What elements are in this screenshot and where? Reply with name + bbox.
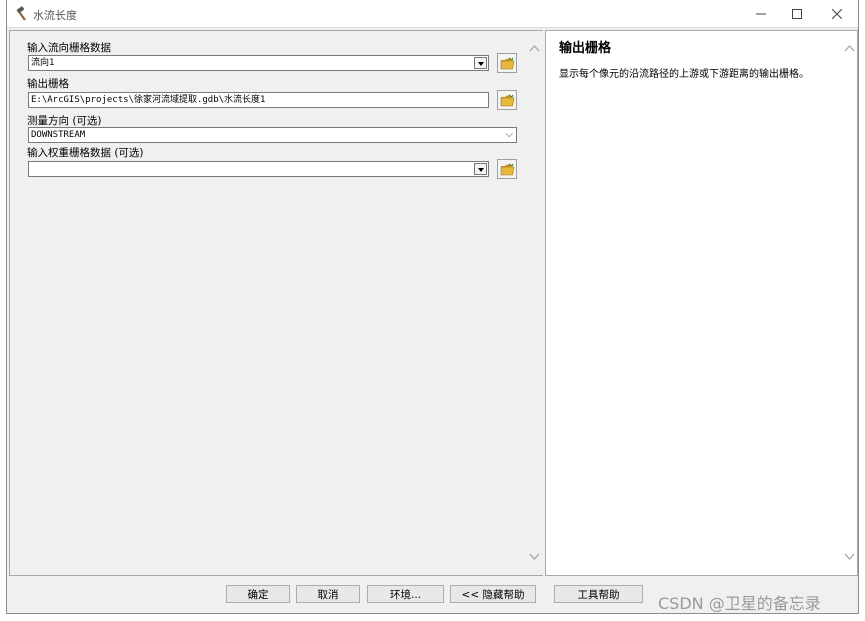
- dropdown-arrow-icon[interactable]: [474, 57, 487, 69]
- maximize-button[interactable]: [777, 0, 817, 28]
- browse-input-flow-button[interactable]: [497, 53, 517, 73]
- input-weight-raster-label: 输入权重栅格数据 (可选): [27, 147, 144, 159]
- window-title: 水流长度: [33, 9, 77, 22]
- tool-help-button[interactable]: 工具帮助: [554, 585, 643, 603]
- scroll-up-icon[interactable]: [844, 43, 855, 54]
- help-title: 输出栅格: [559, 41, 612, 56]
- output-raster-label: 输出栅格: [27, 78, 69, 90]
- input-flow-direction-label: 输入流向栅格数据: [27, 42, 111, 54]
- environments-button[interactable]: 环境...: [367, 585, 444, 603]
- scroll-up-icon[interactable]: [529, 43, 540, 54]
- folder-icon: [500, 94, 515, 107]
- folder-icon: [500, 163, 515, 176]
- cancel-button[interactable]: 取消: [296, 585, 360, 603]
- input-flow-direction-combo[interactable]: 流向1: [28, 55, 489, 71]
- output-raster-input[interactable]: E:\ArcGIS\projects\徐家河流域提取.gdb\水流长度1: [28, 92, 489, 108]
- input-flow-direction-value: 流向1: [31, 58, 55, 68]
- close-icon: [832, 9, 842, 19]
- hammer-icon: [16, 6, 26, 21]
- browse-output-raster-button[interactable]: [497, 90, 517, 110]
- measurement-direction-label: 测量方向 (可选): [27, 115, 102, 127]
- title-bar[interactable]: 水流长度: [7, 0, 858, 28]
- dropdown-arrow-icon[interactable]: [474, 163, 487, 175]
- help-pane: 输出栅格 显示每个像元的沿流路径的上游或下游距离的输出栅格。: [545, 30, 858, 576]
- help-scrollbar[interactable]: [841, 31, 858, 575]
- hide-help-button[interactable]: << 隐藏帮助: [450, 585, 536, 603]
- measurement-direction-select[interactable]: DOWNSTREAM ⌵: [28, 127, 517, 143]
- minimize-button[interactable]: [741, 0, 781, 28]
- measurement-direction-value: DOWNSTREAM: [31, 130, 86, 140]
- input-weight-raster-combo[interactable]: [28, 161, 489, 177]
- dialog-window: 水流长度 输入流向栅格数据 流向1 输出栅格 E:\ArcGIS\project…: [6, 0, 859, 614]
- minimize-icon: [756, 13, 766, 15]
- folder-icon: [500, 57, 515, 70]
- help-description: 显示每个像元的沿流路径的上游或下游距离的输出栅格。: [559, 69, 809, 80]
- scroll-down-icon[interactable]: [529, 551, 540, 562]
- browse-weight-raster-button[interactable]: [497, 159, 517, 179]
- ok-button[interactable]: 确定: [226, 585, 290, 603]
- close-button[interactable]: [817, 0, 857, 28]
- output-raster-value: E:\ArcGIS\projects\徐家河流域提取.gdb\水流长度1: [31, 95, 266, 105]
- scroll-down-icon[interactable]: [844, 551, 855, 562]
- parameters-scrollbar[interactable]: [526, 31, 543, 575]
- watermark-text: CSDN @卫星的备忘录: [658, 594, 821, 613]
- chevron-down-icon: ⌵: [505, 129, 513, 140]
- parameters-pane: 输入流向栅格数据 流向1 输出栅格 E:\ArcGIS\projects\徐家河…: [9, 30, 543, 576]
- maximize-icon: [792, 9, 802, 19]
